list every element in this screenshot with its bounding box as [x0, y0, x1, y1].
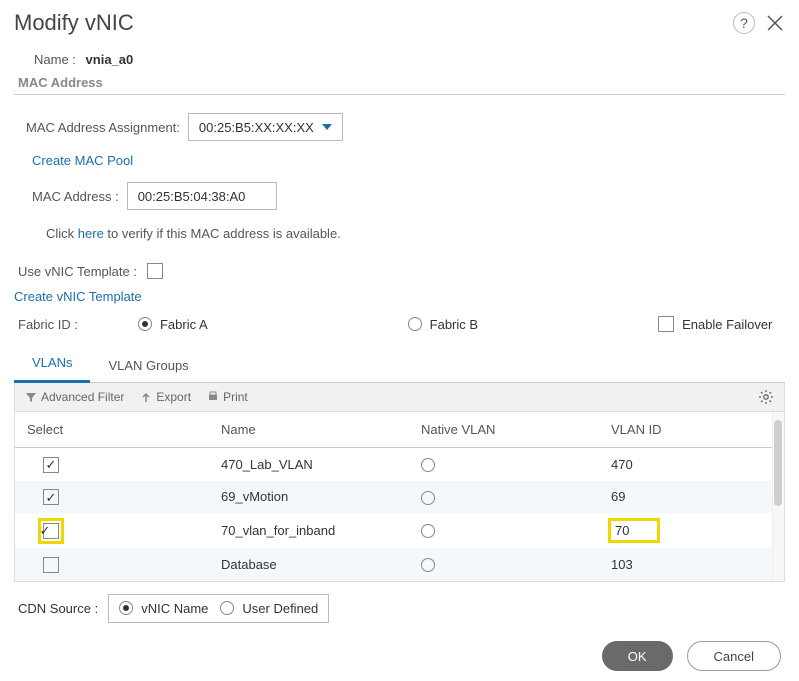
verify-sentence: Click here to verify if this MAC address… — [46, 226, 785, 241]
cdn-vnic-name-radio[interactable] — [119, 601, 133, 615]
advanced-filter-button[interactable]: Advanced Filter — [25, 390, 124, 404]
row-id: 69 — [611, 489, 778, 504]
close-icon[interactable] — [765, 13, 785, 33]
chevron-down-icon — [322, 124, 332, 130]
create-vnic-template-link[interactable]: Create vNIC Template — [14, 289, 142, 304]
cdn-source-label: CDN Source : — [18, 601, 98, 616]
mac-address-input[interactable]: 00:25:B5:04:38:A0 — [127, 182, 277, 210]
filter-icon — [25, 391, 37, 403]
row-id: 470 — [611, 457, 778, 472]
row-id: 103 — [611, 557, 778, 572]
mac-assignment-value: 00:25:B5:XX:XX:XX — [199, 120, 314, 135]
mac-address-label: MAC Address : — [32, 189, 119, 204]
native-vlan-radio[interactable] — [421, 458, 435, 472]
row-name: 470_Lab_VLAN — [221, 457, 421, 472]
enable-failover-checkbox[interactable] — [658, 316, 674, 332]
scrollbar[interactable] — [772, 412, 784, 581]
row-name: 69_vMotion — [221, 489, 421, 504]
name-value: vnia_a0 — [86, 52, 134, 67]
fabric-id-label: Fabric ID : — [18, 317, 78, 332]
cancel-button[interactable]: Cancel — [687, 641, 781, 671]
fabric-b-radio[interactable] — [408, 317, 422, 331]
print-button[interactable]: Print — [207, 390, 248, 404]
cdn-user-defined-label: User Defined — [242, 601, 318, 616]
row-id: 70 — [611, 521, 657, 540]
tab-vlans[interactable]: VLANs — [14, 347, 90, 383]
fabric-b-label: Fabric B — [430, 317, 478, 332]
mac-assignment-label: MAC Address Assignment: — [26, 120, 180, 135]
col-id: VLAN ID — [611, 422, 778, 437]
mac-section-title: MAC Address — [18, 75, 785, 90]
dialog-title: Modify vNIC — [14, 10, 134, 36]
row-name: Database — [221, 557, 421, 572]
row-select-checkbox[interactable] — [43, 457, 59, 473]
mac-address-value: 00:25:B5:04:38:A0 — [138, 189, 246, 204]
gear-icon[interactable] — [758, 389, 774, 405]
tab-vlan-groups[interactable]: VLAN Groups — [90, 350, 206, 383]
use-template-label: Use vNIC Template : — [18, 264, 137, 279]
cdn-user-defined-radio[interactable] — [220, 601, 234, 615]
export-icon — [140, 391, 152, 403]
col-select: Select — [21, 422, 221, 437]
row-select-checkbox[interactable] — [43, 489, 59, 505]
native-vlan-radio[interactable] — [421, 524, 435, 538]
verify-link[interactable]: here — [78, 226, 104, 241]
col-native: Native VLAN — [421, 422, 611, 437]
ok-button[interactable]: OK — [602, 641, 673, 671]
print-icon — [207, 391, 219, 403]
fabric-a-label: Fabric A — [160, 317, 208, 332]
native-vlan-radio[interactable] — [421, 558, 435, 572]
mac-assignment-dropdown[interactable]: 00:25:B5:XX:XX:XX — [188, 113, 343, 141]
create-mac-pool-link[interactable]: Create MAC Pool — [32, 153, 133, 168]
help-button[interactable]: ? — [733, 12, 755, 34]
name-label: Name : — [34, 52, 76, 67]
fabric-a-radio[interactable] — [138, 317, 152, 331]
row-select-checkbox[interactable] — [43, 557, 59, 573]
col-name: Name — [221, 422, 421, 437]
row-select-checkbox[interactable] — [43, 523, 59, 539]
native-vlan-radio[interactable] — [421, 491, 435, 505]
enable-failover-label: Enable Failover — [682, 317, 772, 332]
export-button[interactable]: Export — [140, 390, 191, 404]
row-name: 70_vlan_for_inband — [221, 523, 421, 538]
cdn-vnic-name-label: vNIC Name — [141, 601, 208, 616]
use-template-checkbox[interactable] — [147, 263, 163, 279]
